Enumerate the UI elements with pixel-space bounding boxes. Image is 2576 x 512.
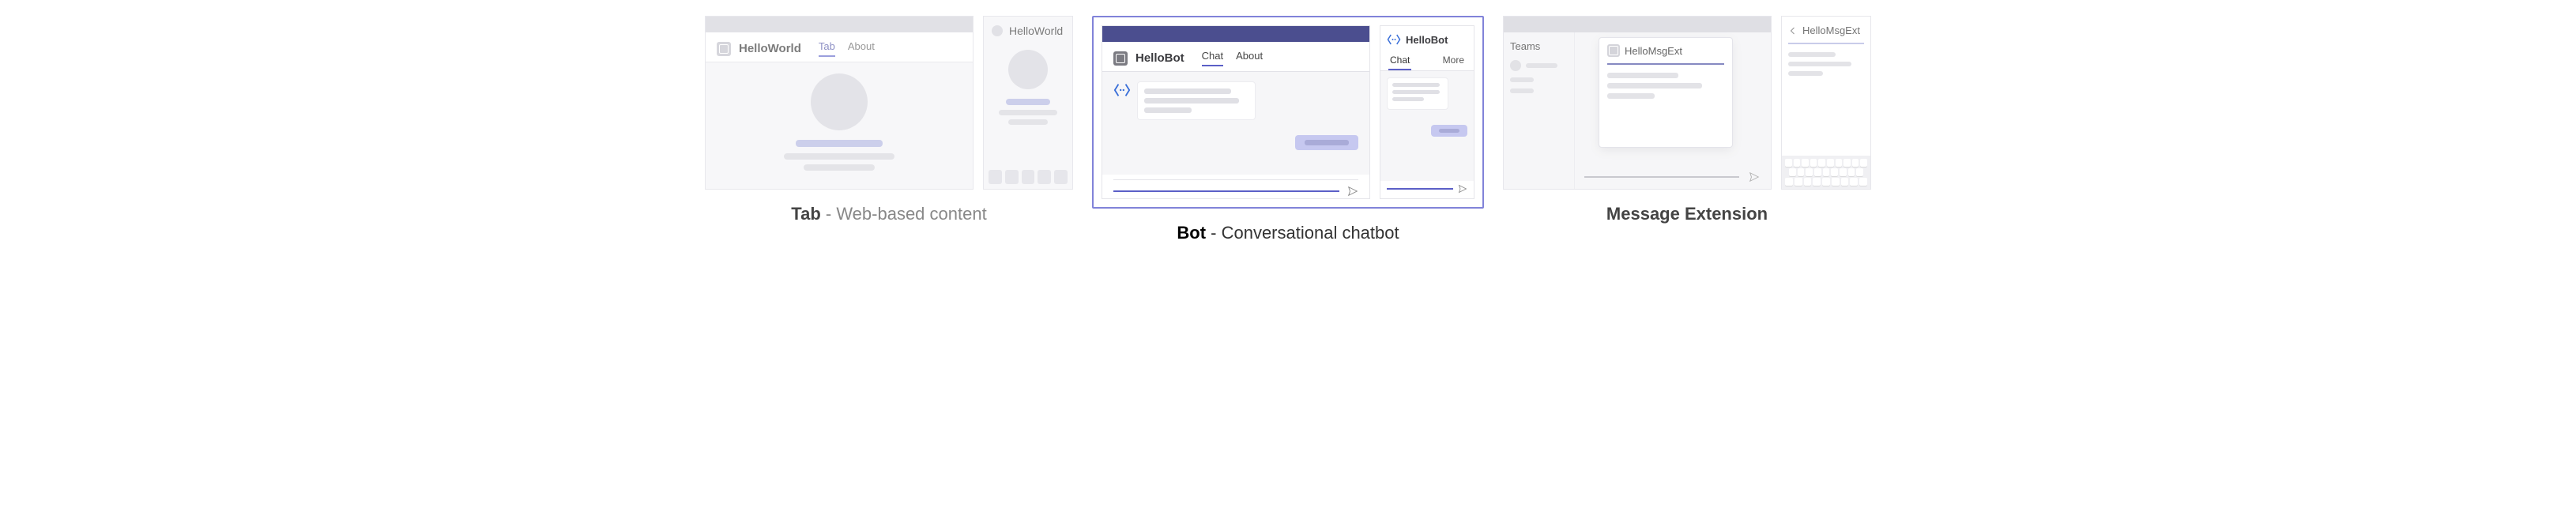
section-tab: HelloWorld Tab About He — [705, 16, 1073, 224]
nav-icon[interactable] — [1054, 170, 1068, 184]
caption-tab: Tab - Web-based content — [791, 204, 986, 224]
search-field-underline[interactable] — [1607, 63, 1724, 65]
avatar-placeholder-icon — [811, 73, 868, 130]
search-field-underline[interactable] — [1788, 43, 1864, 44]
text-placeholder — [784, 153, 894, 160]
caption-bold: Tab — [791, 204, 820, 224]
app-title: HelloBot — [1135, 51, 1184, 65]
ext-desktop-mock: Teams HelloMsgExt — [1503, 16, 1772, 190]
tab-mobile-mock: HelloWorld — [983, 16, 1073, 190]
back-icon[interactable] — [1788, 26, 1798, 36]
bot-message — [1387, 77, 1448, 110]
tab-content — [706, 62, 973, 182]
tab-tab[interactable]: Tab — [819, 40, 835, 57]
message-extension-popup: HelloMsgExt — [1599, 37, 1733, 148]
send-icon[interactable] — [1749, 171, 1760, 183]
app-title: HelloBot — [1406, 34, 1448, 46]
text-placeholder — [999, 110, 1057, 115]
tab-chat[interactable]: Chat — [1202, 50, 1223, 66]
tab-chat[interactable]: Chat — [1388, 51, 1411, 70]
caption-bot: Bot - Conversational chatbot — [1177, 223, 1399, 243]
bot-desktop-mock: HelloBot Chat About — [1102, 25, 1370, 199]
user-message — [1431, 125, 1467, 137]
result-placeholder[interactable] — [1788, 62, 1851, 66]
ext-mobile-mock: HelloMsgExt — [1781, 16, 1871, 190]
bot-icon — [1387, 32, 1401, 47]
app-icon — [992, 25, 1003, 36]
window-titlebar — [706, 17, 973, 32]
sidebar: Teams — [1504, 32, 1575, 189]
sidebar-title: Teams — [1510, 40, 1568, 52]
window-titlebar — [1504, 17, 1771, 32]
result-placeholder[interactable] — [1788, 52, 1836, 57]
compose-box[interactable] — [1584, 176, 1739, 178]
result-placeholder[interactable] — [1607, 73, 1678, 78]
bot-icon — [1113, 81, 1131, 99]
heading-placeholder — [796, 140, 883, 147]
window-titlebar — [1102, 26, 1369, 42]
caption-rest: - Conversational chatbot — [1206, 223, 1399, 243]
highlight-frame: HelloBot Chat About — [1092, 16, 1484, 209]
tab-about[interactable]: About — [1236, 50, 1263, 66]
app-icon — [1607, 44, 1620, 57]
heading-placeholder — [1006, 99, 1050, 105]
result-placeholder[interactable] — [1607, 93, 1655, 99]
nav-icon[interactable] — [1005, 170, 1019, 184]
sidebar-item[interactable] — [1510, 60, 1568, 71]
app-icon — [717, 42, 731, 56]
tab-about[interactable]: About — [848, 40, 875, 57]
tab-more[interactable]: More — [1441, 51, 1466, 70]
team-icon — [1510, 60, 1521, 71]
caption-ext: Message Extension — [1606, 204, 1768, 224]
avatar-placeholder-icon — [1008, 50, 1048, 89]
caption-rest: - Web-based content — [821, 204, 987, 224]
send-icon[interactable] — [1458, 184, 1467, 194]
tab-desktop-mock: HelloWorld Tab About — [705, 16, 974, 190]
nav-icon[interactable] — [1038, 170, 1051, 184]
popup-title: HelloMsgExt — [1625, 45, 1682, 57]
bot-message — [1113, 81, 1358, 120]
app-title: HelloWorld — [1009, 24, 1063, 37]
user-message — [1295, 135, 1358, 150]
result-placeholder[interactable] — [1788, 71, 1823, 76]
send-icon[interactable] — [1347, 186, 1358, 197]
caption-bold: Message Extension — [1606, 204, 1768, 224]
nav-icon[interactable] — [989, 170, 1002, 184]
bot-mobile-mock: HelloBot Chat More — [1380, 25, 1474, 199]
caption-bold: Bot — [1177, 223, 1206, 243]
keyboard[interactable] — [1782, 156, 1870, 189]
text-placeholder — [804, 164, 875, 171]
compose-box[interactable] — [1113, 179, 1358, 201]
text-placeholder — [1008, 119, 1048, 125]
sidebar-item[interactable] — [1510, 77, 1568, 82]
app-icon — [1113, 51, 1128, 66]
compose-box[interactable] — [1380, 181, 1474, 198]
app-title: HelloMsgExt — [1802, 24, 1860, 36]
sidebar-item[interactable] — [1510, 88, 1568, 93]
nav-icon[interactable] — [1022, 170, 1035, 184]
section-ext: Teams HelloMsgExt — [1503, 16, 1871, 224]
result-placeholder[interactable] — [1607, 83, 1702, 88]
section-bot: HelloBot Chat About — [1092, 16, 1484, 243]
app-title: HelloWorld — [739, 42, 801, 55]
